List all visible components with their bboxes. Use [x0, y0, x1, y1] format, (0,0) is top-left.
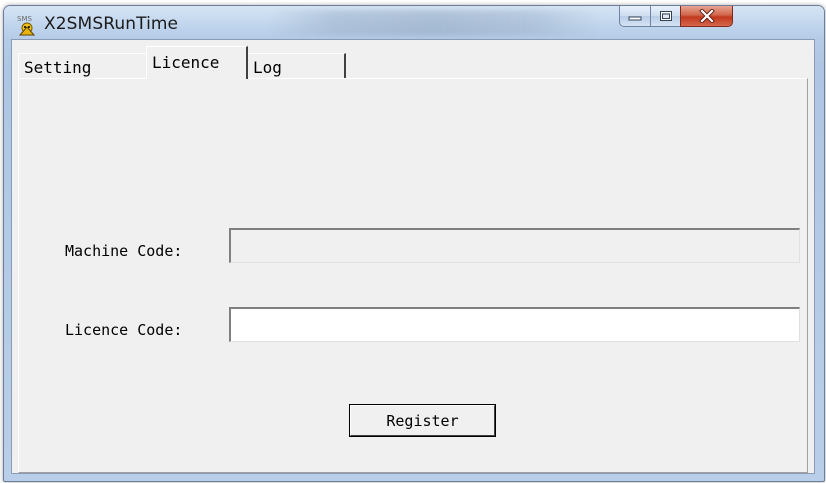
tab-licence-label: Licence [152, 53, 220, 72]
dialog-client-area: Setting Licence Log Machine Code: Licenc… [11, 39, 815, 474]
title-bar-blur [269, 10, 599, 36]
register-button-label: Register [386, 411, 459, 430]
minimize-icon [628, 16, 642, 21]
window-title: X2SMSRunTime [44, 14, 179, 34]
register-button[interactable]: Register [349, 404, 496, 437]
licence-code-label: Licence Code: [65, 321, 183, 339]
maximize-icon [659, 11, 672, 21]
machine-code-field[interactable] [229, 228, 800, 263]
title-bar[interactable]: SMS X2SMSRunTime [4, 6, 824, 40]
app-window: SMS X2SMSRunTime Setting Licence Log Mac… [3, 5, 825, 482]
tab-strip: Setting Licence Log Machine Code: Licenc… [18, 46, 808, 473]
tab-licence[interactable]: Licence [146, 46, 248, 79]
minimize-button[interactable] [619, 6, 651, 27]
icon-text: SMS [17, 15, 32, 23]
tab-setting[interactable]: Setting [18, 53, 148, 78]
close-icon [698, 9, 715, 23]
maximize-button[interactable] [650, 6, 681, 27]
machine-code-label: Machine Code: [65, 242, 183, 260]
licence-code-field[interactable] [229, 307, 800, 342]
tab-log[interactable]: Log [248, 53, 346, 78]
tab-setting-label: Setting [24, 58, 92, 77]
tab-log-label: Log [253, 58, 282, 77]
licence-tab-panel: Machine Code: Licence Code: Register [18, 78, 808, 473]
sms-app-icon: SMS [17, 15, 36, 36]
close-button[interactable] [680, 6, 733, 27]
